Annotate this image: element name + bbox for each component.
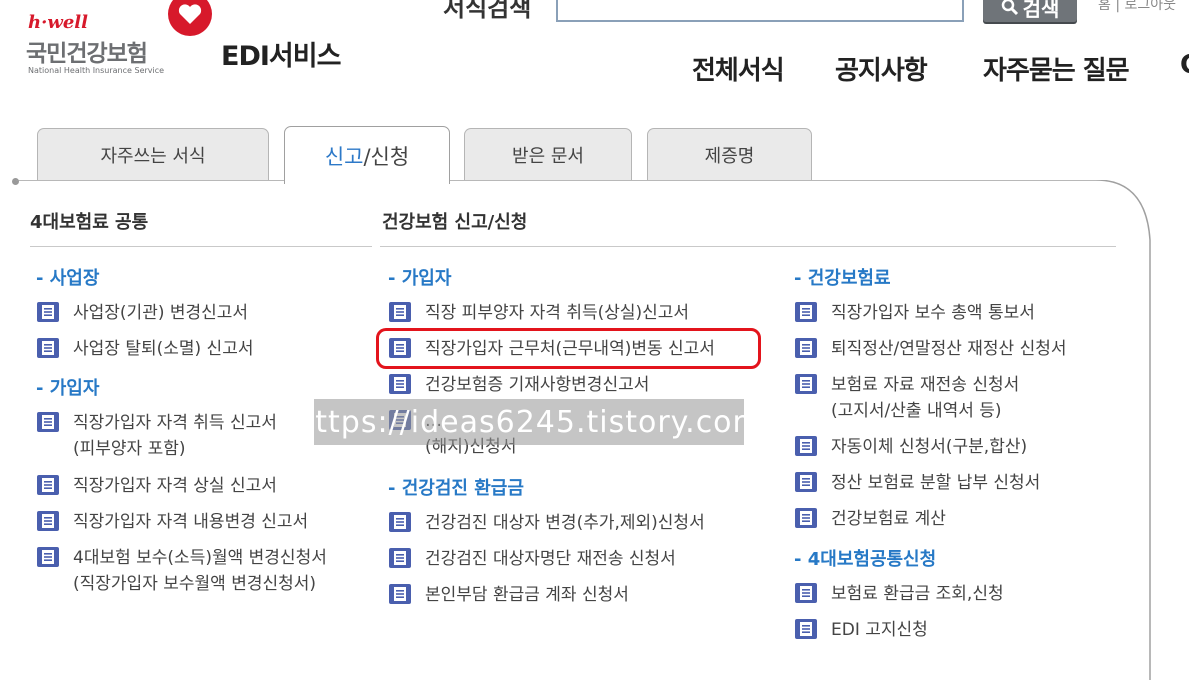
col2-heading: 건강보험 신고/신청 [382,212,528,233]
form-item[interactable]: 보험료 자료 재전송 신청서 (고지서/산출 내역서 등) [794,372,1019,424]
form-item[interactable]: 정산 보험료 분할 납부 신청서 [794,470,1040,496]
tab-certificates[interactable]: 제증명 [647,128,812,180]
form-item-label: 직장가입자 자격 취득 신고서 [73,413,277,433]
document-icon [795,508,817,528]
magnifier-icon [1001,0,1018,16]
document-icon [389,584,411,604]
form-item-label: 보험료 자료 재전송 신청서 [831,375,1020,395]
document-icon [795,472,817,492]
gnb-more[interactable]: C [1180,50,1189,80]
tab-received-docs[interactable]: 받은 문서 [464,128,632,180]
document-icon [37,338,59,358]
col3-section-common: - 4대보험공통신청 [794,549,937,570]
document-icon [795,619,817,639]
logo-english-name: National Health Insurance Service [28,66,165,75]
form-item[interactable]: 사업장(기관) 변경신고서 [36,300,248,326]
document-icon [795,583,817,603]
tab-received-label: 받은 문서 [512,145,584,167]
form-item-label: 직장가입자 보수 총액 통보서 [831,303,1035,323]
form-item-label: 건강검진 대상자 변경(추가,제외)신청서 [425,513,705,533]
form-item[interactable]: 자동이체 신청서(구분,합산) [794,434,1027,460]
form-item[interactable]: EDI 고지신청 [794,617,928,643]
document-icon [37,511,59,531]
form-item-label: 본인부담 환급금 계좌 신청서 [425,585,629,605]
form-item[interactable]: 건강보험료 계산 [794,506,946,532]
form-item[interactable]: 본인부담 환급금 계좌 신청서 [388,582,629,608]
col2-section-checkup-refund: - 건강검진 환급금 [388,478,524,499]
document-icon [37,412,59,432]
form-item[interactable]: 직장가입자 자격 취득 신고서 (피부양자 포함) [36,410,277,462]
tab-report-label-b: /신청 [363,144,410,169]
watermark: https://ideas6245.tistory.com [295,399,762,445]
col1-heading: 4대보험료 공통 [30,212,149,233]
col1-divider [30,246,372,247]
document-icon [795,338,817,358]
col1-section-subscriber: - 가입자 [36,378,100,399]
util-links[interactable]: 홈 | 로그아웃 [1098,0,1176,14]
document-icon [37,475,59,495]
form-item[interactable]: 건강보험증 기재사항변경신고서 [388,372,649,398]
service-title: EDI서비스 [221,41,341,72]
document-icon [795,374,817,394]
gnb-all-forms[interactable]: 전체서식 [692,50,785,87]
document-icon [389,302,411,322]
form-item[interactable]: 사업장 탈퇴(소멸) 신고서 [36,336,253,362]
document-icon [37,547,59,567]
form-item-label: 사업장 탈퇴(소멸) 신고서 [73,339,254,359]
form-item[interactable]: 직장가입자 자격 내용변경 신고서 [36,509,308,535]
form-item[interactable]: 직장가입자 보수 총액 통보서 [794,300,1035,326]
form-item[interactable]: 건강검진 대상자 변경(추가,제외)신청서 [388,510,705,536]
document-icon [795,436,817,456]
form-item-label: 사업장(기관) 변경신고서 [73,303,249,323]
search-button-label: 검색 [1022,0,1060,21]
search-input[interactable] [556,0,964,22]
tab-favorites-label: 자주쓰는 서식 [100,145,206,167]
nhis-logo[interactable]: h·well 국민건강보험 National Health Insurance … [26,0,216,78]
col1-section-workplace: - 사업장 [36,268,100,289]
document-icon [795,302,817,322]
form-item-label: 자동이체 신청서(구분,합산) [831,437,1028,457]
form-item-label: 정산 보험료 분할 납부 신청서 [831,473,1041,493]
form-item-label: 보험료 환급금 조회,신청 [831,584,1004,604]
logo-name: 국민건강보험 [26,41,148,67]
logo-hwell: h·well [28,12,88,33]
form-item[interactable]: 직장 피부양자 자격 취득(상실)신고서 [388,300,689,326]
form-item-sublabel: (직장가입자 보수월액 변경신청서) [73,574,317,594]
form-item[interactable]: 보험료 환급금 조회,신청 [794,581,1004,607]
col2-divider [380,246,1116,247]
col3-section-premium: - 건강보험료 [794,268,891,289]
tab-favorites[interactable]: 자주쓰는 서식 [37,128,269,180]
form-item-label: 건강보험증 기재사항변경신고서 [425,375,650,395]
document-icon [37,302,59,322]
form-item[interactable]: 건강검진 대상자명단 재전송 신청서 [388,546,676,572]
col2-section-subscriber: - 가입자 [388,268,452,289]
gnb-faq[interactable]: 자주묻는 질문 [983,50,1130,87]
tab-certificates-label: 제증명 [704,145,755,167]
form-item-label: 직장가입자 자격 상실 신고서 [73,476,277,496]
search-label: 서식검색 [443,0,532,22]
heart-logo-icon [168,0,212,36]
form-item-label: 건강보험료 계산 [831,509,946,529]
document-icon [389,548,411,568]
form-item-label: 4대보험 보수(소득)월액 변경신청서 [73,548,327,568]
tab-report-label-a: 신고 [324,144,364,169]
form-item-label: EDI 고지신청 [831,620,928,640]
form-item[interactable]: 퇴직정산/연말정산 재정산 신청서 [794,336,1067,362]
gnb-notice[interactable]: 공지사항 [835,50,928,87]
tab-report-apply[interactable]: 신고/신청 [284,126,450,184]
form-item-label: 퇴직정산/연말정산 재정산 신청서 [831,339,1067,359]
form-item-label: 직장가입자 자격 내용변경 신고서 [73,512,309,532]
form-item-label: 건강검진 대상자명단 재전송 신청서 [425,549,676,569]
form-item[interactable]: 4대보험 보수(소득)월액 변경신청서 (직장가입자 보수월액 변경신청서) [36,545,327,597]
form-item-label: 직장 피부양자 자격 취득(상실)신고서 [425,303,690,323]
highlight-box [376,328,761,369]
form-item[interactable]: 직장가입자 자격 상실 신고서 [36,473,277,499]
document-icon [389,374,411,394]
search-button[interactable]: 검색 [983,0,1077,22]
document-icon [389,512,411,532]
form-item-sublabel: (피부양자 포함) [73,439,186,459]
form-item-sublabel: (고지서/산출 내역서 등) [831,401,1002,421]
